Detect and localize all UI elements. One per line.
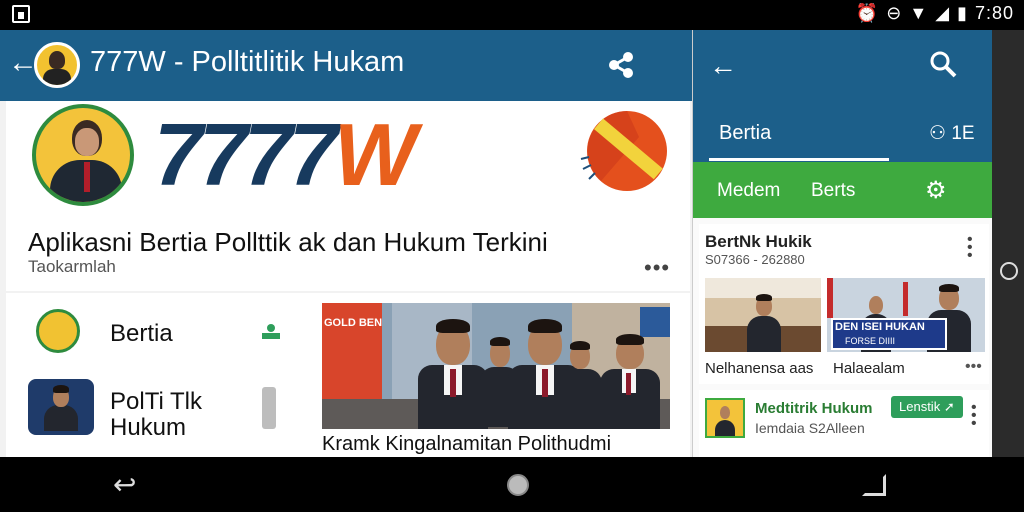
app-logo [34, 42, 80, 88]
side-panel [992, 30, 1024, 457]
thumbnail-caption: Halaealam [833, 360, 905, 377]
sash-emblem-icon [580, 111, 667, 191]
app-toolbar: ← 777W - Polltitlitik Hukam [0, 30, 692, 101]
hero-title: Aplikasni Bertia Pollttik ak dan Hukum T… [28, 227, 548, 257]
list-item-label: Bertia [110, 320, 173, 347]
news-thumbnail[interactable] [705, 278, 821, 352]
circle-button-icon[interactable] [1000, 262, 1018, 280]
right-tabs: Bertia ⚇ 1E [693, 110, 993, 162]
tab-bertia[interactable]: Bertia [719, 122, 771, 145]
news-caption: Kramk Kingalnamitan Polithudmi [322, 433, 612, 455]
sash-icon [36, 309, 80, 353]
thumbnail-caption: Nelhanensa aas [705, 360, 814, 377]
left-app-window: ← 777W - Polltitlitik Hukam 7777W Aplika… [0, 30, 692, 457]
news-photo: GOLD BEN [322, 303, 670, 429]
sub-tab-bar: Medem Berts ⚙ [693, 162, 993, 218]
clock: 7:80 [974, 3, 1014, 23]
tab-count: 1E [951, 123, 975, 144]
toolbar-title: 777W - Polltitlitik Hukam [90, 46, 405, 78]
portrait-logo [705, 398, 745, 438]
no-disturb-icon: ⊖ [886, 3, 902, 23]
microphone-icon [262, 387, 276, 429]
photo-banner: GOLD BEN [324, 317, 383, 329]
notification-icon [12, 5, 30, 23]
recents-icon[interactable] [862, 474, 886, 496]
hero-card: 7777W Aplikasni Bertia Pollttik ak dan H… [6, 101, 690, 291]
people-icon: ⚇ [929, 123, 952, 144]
list-item-politik-hukum[interactable]: PolTi Tlk Hukum [6, 373, 306, 443]
image-banner: DEN ISEI HUKAN [835, 321, 925, 333]
more-icon[interactable]: ••• [971, 400, 977, 432]
list-item-bertia[interactable]: Bertia [6, 297, 306, 367]
list-item[interactable]: Medtitrik Hukum Iemdaia S2Alleen Lenstik… [699, 390, 989, 457]
category-list: Bertia PolTi Tlk Hukum [6, 293, 306, 457]
share-icon[interactable] [606, 50, 636, 80]
content-section: Bertia PolTi Tlk Hukum GOLD BEN Kramk Ki… [6, 293, 690, 457]
portrait-logo [32, 104, 134, 206]
card-title: BertNk Hukik [705, 232, 812, 251]
back-arrow-icon[interactable]: ← [709, 50, 737, 82]
right-app-window: ← Bertia ⚇ 1E Medem Berts ⚙ BertNk Hukik… [692, 30, 993, 457]
item-subtitle: Iemdaia S2Alleen [755, 420, 865, 436]
gear-icon[interactable]: ⚙ [925, 176, 947, 205]
subtab-berts[interactable]: Berts [811, 180, 855, 202]
list-item-label: PolTi Tlk Hukum [110, 388, 203, 441]
news-card[interactable]: GOLD BEN Kramk Kingalnamitan Polithudmi [322, 303, 670, 457]
politician-thumbnail [28, 379, 94, 435]
more-icon[interactable]: ••• [644, 255, 670, 281]
navigation-bar: ↩ [0, 457, 1024, 512]
card-subtitle: S07366 - 262880 [705, 252, 805, 267]
search-icon[interactable] [929, 50, 957, 78]
tab-people[interactable]: ⚇ 1E [929, 122, 975, 145]
tab-indicator [709, 158, 889, 161]
right-toolbar: ← [693, 30, 993, 110]
wifi-icon: ▼ [909, 3, 928, 23]
status-bar: ⏰ ⊖ ▼ ◢ ▮ 7:80 [0, 0, 1024, 30]
back-icon[interactable]: ↩ [113, 471, 136, 499]
news-card[interactable]: BertNk Hukik S07366 - 262880 • • • DEN I… [699, 224, 989, 384]
action-button[interactable]: Lenstik ➚ [891, 396, 963, 418]
image-banner-sub: FORSE DIIII [845, 336, 896, 346]
status-icons: ⏰ ⊖ ▼ ◢ ▮ 7:80 [856, 3, 1014, 24]
alarm-icon: ⏰ [855, 3, 879, 23]
battery-icon: ▮ [957, 3, 967, 23]
brand-letter: W [333, 105, 417, 204]
device-screen: ⏰ ⊖ ▼ ◢ ▮ 7:80 ← 777W - Polltitlitik Huk… [0, 0, 1024, 512]
brand-digits: 7777 [154, 105, 338, 204]
more-icon[interactable]: ••• [965, 358, 982, 376]
subtab-medem[interactable]: Medem [717, 180, 780, 202]
person-icon [262, 324, 280, 339]
hero-subtitle: Taokarmlah [28, 257, 116, 276]
brand-wordmark: 7777W [154, 105, 417, 204]
signal-icon: ◢ [935, 3, 950, 23]
news-thumbnail[interactable]: DEN ISEI HUKAN FORSE DIIII [827, 278, 985, 352]
home-icon[interactable] [507, 474, 529, 496]
item-title: Medtitrik Hukum [755, 400, 873, 417]
action-button-label: Lenstik [899, 399, 941, 414]
more-icon[interactable]: ••• [967, 232, 973, 264]
